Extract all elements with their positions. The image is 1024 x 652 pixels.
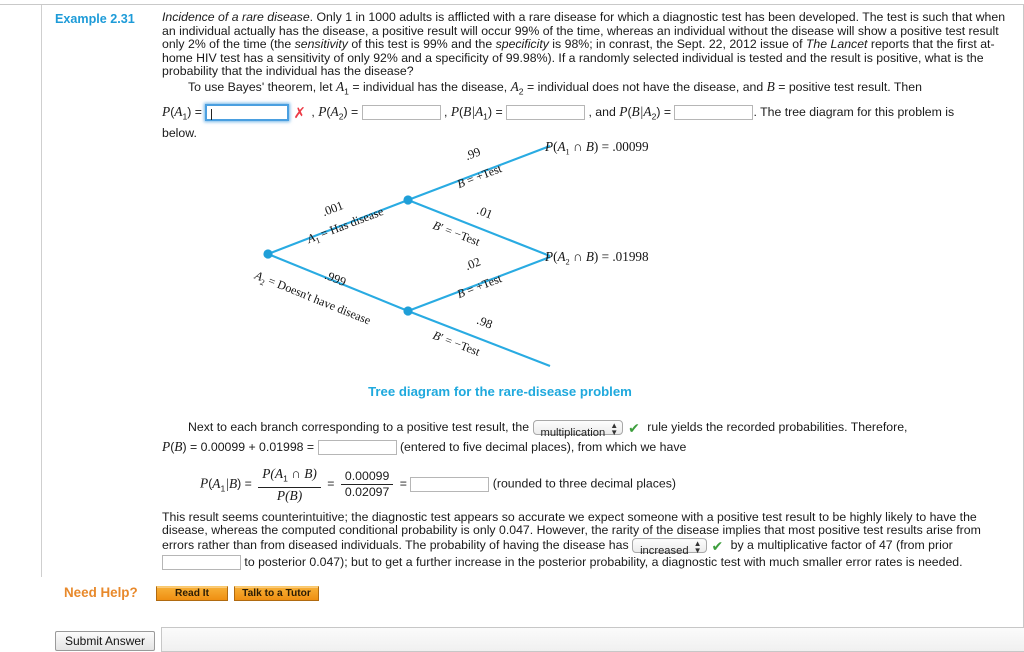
input-prior[interactable]	[162, 554, 241, 570]
bayes-setup-line: To use Bayes' theorem, let A1 = individu…	[162, 80, 1007, 99]
pb-expression: 0.00099 + 0.01998 =	[200, 440, 315, 454]
fraction-symbolic-numerator: P(A1 ∩ B)	[258, 467, 321, 488]
rule-yields-text: rule yields the recorded probabilities. …	[647, 420, 908, 434]
fraction-symbolic-denominator: P(B)	[276, 487, 303, 503]
need-help-label: Need Help?	[64, 585, 138, 600]
input-p-b-given-a1[interactable]	[506, 105, 586, 121]
pb-sum-line: P(B) = 0.00099 + 0.01998 = (entered to f…	[162, 439, 687, 456]
input-p-a1[interactable]	[205, 104, 290, 122]
tree-diagram-note: . The tree diagram for this problem is	[753, 105, 955, 120]
problem-container: Example 2.31 Incidence of a rare disease…	[55, 10, 1011, 141]
label-p-b-a1: P	[450, 104, 460, 120]
input-p-b-given-a2[interactable]	[674, 105, 754, 121]
sensitivity-term: sensitivity	[294, 37, 348, 52]
label-posterior: P	[200, 475, 209, 491]
multiplication-rule-line: Next to each branch corresponding to a p…	[162, 419, 1012, 439]
node-a2	[403, 306, 413, 316]
talk-to-tutor-button[interactable]: Talk to a Tutor	[234, 586, 319, 601]
incorrect-icon: ✗	[293, 104, 306, 123]
label-a2: A2	[330, 104, 344, 122]
final-text-b: by a multiplicative factor of 47 (from p…	[730, 538, 953, 553]
label-b-given-a2: B|A2	[631, 104, 657, 122]
specificity-term: specificity	[495, 37, 549, 52]
problem-text-2: of this test is 99% and the	[347, 37, 496, 52]
rounded-note-text: (rounded to three decimal places)	[492, 476, 676, 491]
submit-answer-button[interactable]: Submit Answer	[55, 631, 156, 651]
conclusion-section: Next to each branch corresponding to a p…	[162, 419, 1012, 570]
select-arrows-icon-2: ▲ ▼	[693, 539, 702, 556]
final-paragraph: This result seems counterintuitive; the …	[162, 510, 1012, 570]
var-b: B	[766, 78, 775, 94]
submit-panel	[161, 627, 1024, 652]
answer-inputs-line: P(A1) = ✗ , P(A2) = , P(B|A1) = , and P(…	[162, 104, 955, 123]
bayes-formula-line: P(A1|B) = P(A1 ∩ B) P(B) = 0.00099 0.02097…	[200, 466, 676, 503]
tree-diagram-caption: Tree diagram for the rare-disease proble…	[368, 384, 632, 399]
pb-note-text: (entered to five decimal places), from w…	[399, 440, 687, 454]
final-text-c: to posterior 0.047); but to get a furthe…	[244, 554, 963, 569]
label-b-event: B	[174, 439, 183, 454]
select-arrows-icon: ▲ ▼	[610, 421, 619, 438]
input-p-b[interactable]	[317, 440, 397, 456]
read-it-button[interactable]: Read It	[156, 586, 228, 601]
problem-text-3: is 98%; in conrast, the Sept. 22, 2012 i…	[548, 37, 806, 52]
label-p-a2: P	[318, 104, 327, 120]
fraction-denominator: 0.02097	[344, 484, 390, 499]
bayes-mid-1: = individual has the disease,	[352, 79, 508, 94]
input-p-a2[interactable]	[361, 105, 441, 121]
result-joint-1: P(A1 ∩ B) = .00099	[545, 139, 649, 157]
rule-select[interactable]: multiplication▲ ▼	[532, 420, 624, 439]
node-a1	[403, 195, 413, 205]
tree-diagram: .001 A1 = Has disease .999 A2 = Doesn't …	[150, 128, 850, 378]
correct-icon-rule: ✔	[628, 421, 640, 437]
bayes-mid-2: = individual does not have the disease, …	[527, 79, 764, 94]
left-margin-divider	[41, 5, 42, 577]
label-p-a1: P	[162, 104, 171, 120]
problem-body: Incidence of a rare disease. Only 1 in 1…	[162, 10, 1007, 141]
page-top-divider	[0, 4, 1024, 5]
label-a1-given-b: A1|B	[212, 475, 238, 494]
next-to-branch-text: Next to each branch corresponding to a p…	[188, 420, 530, 434]
submit-row: Submit Answer	[55, 631, 156, 651]
fraction-numerator: 0.00099	[340, 469, 394, 485]
var-a2: A2	[510, 78, 524, 97]
text-caret	[211, 109, 213, 121]
problem-title: Incidence of a rare disease	[162, 10, 310, 24]
example-label: Example 2.31	[55, 12, 135, 26]
label-b-given-a1: B|A1	[463, 104, 488, 122]
input-posterior[interactable]	[410, 476, 490, 492]
bayes-mid-3: = positive test result. Then	[778, 79, 922, 94]
label-p-b-a2: P	[619, 104, 628, 120]
node-root	[263, 249, 273, 259]
result-joint-2: P(A2 ∩ B) = .01998	[545, 249, 649, 267]
fraction-symbolic: P(A1 ∩ B) P(B)	[258, 467, 321, 502]
trend-select[interactable]: increased▲ ▼	[632, 538, 707, 557]
label-a1: A1	[174, 104, 188, 122]
label-p-b: P	[162, 439, 171, 454]
bayes-lead-text: To use Bayes' theorem, let	[188, 79, 333, 94]
correct-icon-trend: ✔	[711, 539, 724, 556]
fraction-numeric: 0.00099 0.02097	[340, 469, 394, 499]
var-a1: A1	[335, 78, 349, 97]
problem-statement: Incidence of a rare disease. Only 1 in 1…	[162, 10, 1007, 79]
lancet-title: The Lancet	[805, 37, 868, 52]
